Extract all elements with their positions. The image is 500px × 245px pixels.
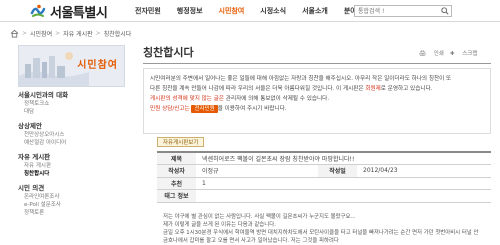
table-row-author: 작성자 이정규 작성일 2012/04/23 xyxy=(157,164,491,178)
sidebar-item[interactable]: 칭찬합시다 xyxy=(18,170,125,178)
breadcrumb-separator: > xyxy=(95,29,101,37)
author-value: 이정규 xyxy=(196,164,318,178)
notice-line-4: 민원 상담/신고는 전자민원 을 이용하여 주시기 바랍니다. xyxy=(150,104,484,114)
sidebar-group-title[interactable]: 자유 게시판 xyxy=(18,152,125,162)
notice-warning: 게시판의 성격에 맞지 않는 글은 xyxy=(150,96,225,102)
notice-complaint: 민원 상담/신고는 xyxy=(150,106,190,112)
nav-item-2[interactable]: 시민참여 xyxy=(211,0,253,22)
sidebar-group-title[interactable]: 상상제안 xyxy=(18,121,125,131)
notice-membership: 회원제 xyxy=(365,86,381,92)
sidebar-item[interactable]: 예산절감 아이디어 xyxy=(18,139,125,147)
banner-title: 시민참여 xyxy=(77,60,118,71)
sidebar-group: 시민 의견 온라인여론조사 e-Poll 설문조사 정책토론 xyxy=(18,183,125,217)
post-detail-table: 제목 넥센히어로즈 팩볼이 길몬초씨 장람 칭찬받아야 마땅합니다!! 작성자 … xyxy=(157,151,491,203)
sidebar-nav: 서울시민과의 대화 정책토크쇼 대담상상제안 천만상상오아시스 예산절감 아이디어자유 … xyxy=(18,90,125,222)
sidebar-item[interactable]: 온라인여론조사 xyxy=(18,193,125,201)
nav-item-3[interactable]: 시정소식 xyxy=(252,0,294,22)
breadcrumb-separator: > xyxy=(55,29,61,37)
breadcrumb: > 시민참여 > 자유 게시판 > 칭찬합시다 xyxy=(10,26,131,40)
title-divider xyxy=(143,63,491,64)
notice-line-3: 게시판의 성격에 맞지 않는 글은 관리자에 의해 통보없이 삭제될 수 있습니… xyxy=(150,94,484,104)
seoul-logo[interactable]: 서울특별시 xyxy=(30,2,108,21)
main-nav: 전자민원행정정보시민참여시정소식서울소개분야별 정보▼ xyxy=(127,0,392,22)
home-icon[interactable] xyxy=(10,29,19,38)
nav-item-0[interactable]: 전자민원 xyxy=(127,0,169,22)
seoul-logo-icon xyxy=(30,4,46,17)
global-header: 서울특별시 전자민원행정정보시민참여시정소식서울소개분야별 정보▼ xyxy=(0,0,500,22)
sidebar-group: 서울시민과의 대화 정책토크쇼 대담 xyxy=(18,90,125,116)
nav-item-label: 전자민원 xyxy=(135,7,161,15)
recommend-value: 1 xyxy=(196,176,491,190)
post-body-line: 저는 야구에 별 관심이 없는 사람입니다. 사실 팩볼이 길몬초씨가 누군지도… xyxy=(163,214,356,220)
breadcrumb-separator: > xyxy=(22,29,28,37)
tag-label: 태그 정보 xyxy=(157,189,196,203)
recommend-label: 추천 xyxy=(157,176,196,190)
author-label: 작성자 xyxy=(157,164,196,178)
notice-line-2-end: 로 운영하고 있습니다. xyxy=(380,86,433,92)
scrap-button[interactable]: ✚ 스크랩 xyxy=(450,49,478,57)
page-title: 칭찬합시다 xyxy=(143,46,194,59)
sidebar-group: 상상제안 천만상상오아시스 예산절감 아이디어 xyxy=(18,121,125,147)
subject-value: 넥센히어로즈 팩볼이 길몬초씨 장람 칭찬받아야 마땅합니다!! xyxy=(196,151,491,165)
post-body-line: 금일 오후 1시30분경 우식에서 학여울역 방면 대치지하차도에서 모탄사이클… xyxy=(163,230,479,244)
board-notice: 시민여러분의 주변에서 일어나는 좋은 일들에 대해 아낌없는 자랑과 칭찬을 … xyxy=(143,68,491,134)
search-icon[interactable] xyxy=(441,7,449,15)
notice-line-3-text: 관리자에 의해 통보없이 삭제될 수 있습니다. xyxy=(225,96,330,102)
sidebar-group-title[interactable]: 시민 의견 xyxy=(18,183,125,193)
nav-item-label: 시민참여 xyxy=(218,7,245,15)
notice-line-2: 다른 칭찬을 계속 만들어 나감에 따라 우리의 서울은 더욱 아름다워질 것입… xyxy=(150,84,484,94)
search-box xyxy=(354,5,452,17)
logo-text: 서울특별시 xyxy=(50,5,108,21)
sidebar-group-title[interactable]: 서울시민과의 대화 xyxy=(18,90,125,100)
notice-line-2-text: 다른 칭찬을 계속 만들어 나감에 따라 우리의 서울은 더욱 아름다워질 것입… xyxy=(150,86,364,92)
table-row-tag: 태그 정보 xyxy=(157,189,491,203)
tag-value xyxy=(196,189,491,203)
print-button[interactable]: 🖨 인쇄 xyxy=(419,49,444,57)
sidebar-item[interactable]: 자유 게시판 xyxy=(18,162,125,170)
breadcrumb-item-board[interactable]: 자유 게시판 xyxy=(63,29,93,38)
search-input[interactable] xyxy=(355,6,439,16)
table-row-subject: 제목 넥센히어로즈 팩볼이 길몬초씨 장람 칭찬받아야 마땅합니다!! xyxy=(157,151,491,165)
sidebar-item[interactable]: 정책토크쇼 xyxy=(18,100,125,108)
scrap-label: 스크랩 xyxy=(462,51,478,57)
board-list-button[interactable]: 자유게시판보기 xyxy=(157,137,205,147)
breadcrumb-item-citizen[interactable]: 시민참여 xyxy=(30,29,52,38)
sidebar-item[interactable]: 천만상상오아시스 xyxy=(18,131,125,139)
date-label: 작성일 xyxy=(318,164,357,178)
nav-item-1[interactable]: 행정정보 xyxy=(169,0,211,22)
notice-line-4-text: 을 이용하여 주시기 바랍니다. xyxy=(217,106,287,112)
nav-item-label: 행정정보 xyxy=(176,7,203,15)
print-label: 인쇄 xyxy=(433,51,444,57)
date-value: 2012/04/23 xyxy=(357,164,491,178)
notice-line-1: 시민여러분의 주변에서 일어나는 좋은 일들에 대해 아낌없는 자랑과 칭찬을 … xyxy=(150,76,452,82)
sidebar-group: 자유 게시판 자유 게시판 칭찬합시다 xyxy=(18,152,125,178)
nav-item-label: 시정소식 xyxy=(260,7,287,15)
sidebar-item[interactable]: e-Poll 설문조사 xyxy=(18,201,125,209)
section-banner: 시민참여 xyxy=(18,45,125,87)
e-complaint-button[interactable]: 전자민원 xyxy=(191,105,218,113)
sidebar-item[interactable]: 정책토론 xyxy=(18,209,125,217)
subject-label: 제목 xyxy=(157,151,196,165)
table-row-recommend: 추천 1 xyxy=(157,176,491,190)
sidebar-item[interactable]: 대담 xyxy=(18,108,125,116)
breadcrumb-item-praise[interactable]: 칭찬합시다 xyxy=(104,29,132,38)
page-tools: 🖨 인쇄 ✚ 스크랩 xyxy=(413,49,477,57)
nav-item-4[interactable]: 서울소개 xyxy=(294,0,336,22)
post-body-line: 제가 이렇게 글을 쓰게 된 이유는 다음과 같습니다. xyxy=(163,222,276,228)
nav-item-label: 서울소개 xyxy=(302,7,328,15)
post-body: 저는 야구에 별 관심이 없는 사람입니다. 사실 팩볼이 길몬초씨가 누군지도… xyxy=(157,210,491,245)
